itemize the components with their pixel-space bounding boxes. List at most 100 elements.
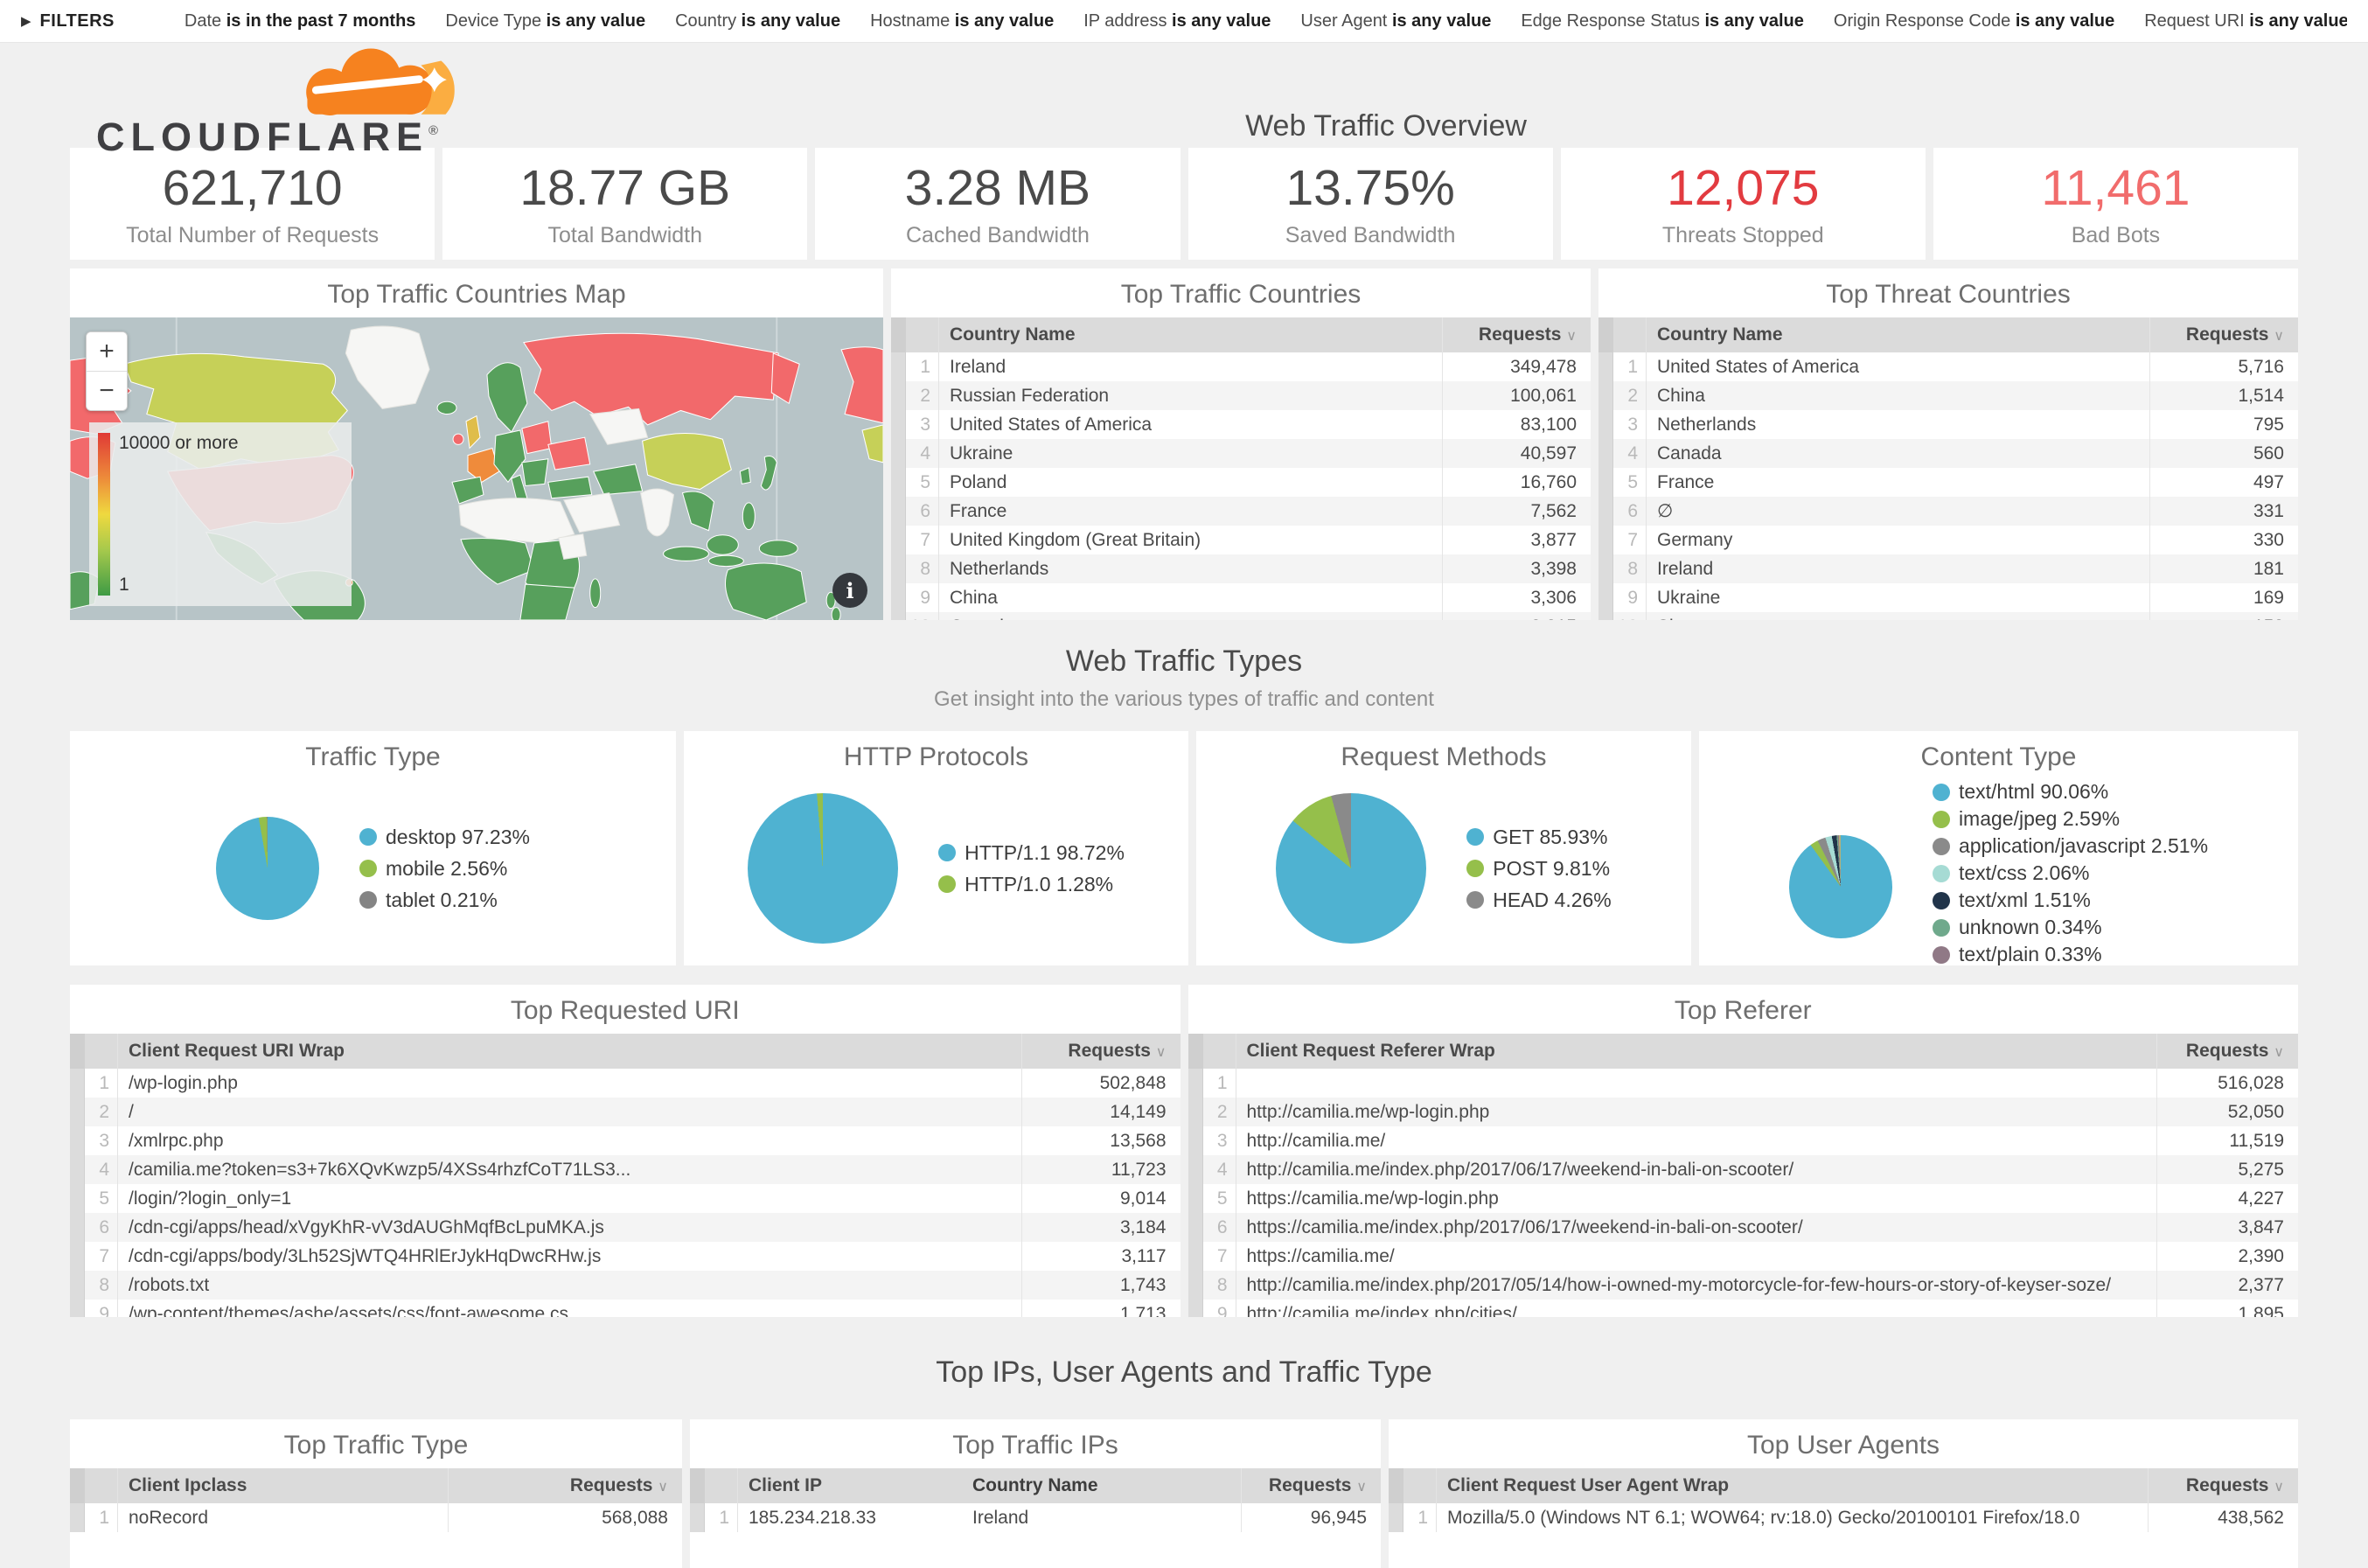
kpi-label: Threats Stopped	[1662, 223, 1824, 248]
table-gutter	[690, 1468, 705, 1503]
card-title: Request Methods	[1196, 731, 1691, 780]
section-title: Web Traffic Types	[0, 645, 2368, 679]
row-index: 4	[1613, 439, 1647, 468]
cell: 3,847	[2156, 1213, 2298, 1242]
legend-dot-icon	[938, 844, 956, 861]
table-row: 1185.234.218.33Ireland96,945	[690, 1503, 1381, 1532]
world-map[interactable]: + − 10000 or more 1 i	[70, 317, 883, 620]
filter-item[interactable]: Date is in the past 7 months	[185, 11, 416, 31]
filters-label[interactable]: FILTERS	[40, 11, 115, 31]
filter-field: Country	[675, 11, 736, 31]
legend-item: text/xml 1.51%	[1933, 889, 2208, 912]
cell: http://camilia.me/	[1236, 1126, 2157, 1155]
http-protocols-pie	[748, 793, 898, 944]
filter-item[interactable]: Country is any value	[675, 11, 840, 31]
filter-item[interactable]: Device Type is any value	[445, 11, 645, 31]
legend-item: text/plain 0.33%	[1933, 943, 2208, 965]
row-index: 6	[906, 497, 939, 526]
cell: 1,743	[1021, 1271, 1181, 1300]
request-methods-chart-card: Request Methods GET 85.93%POST 9.81%HEAD…	[1196, 731, 1691, 965]
index-header	[906, 317, 939, 352]
table-gutter	[1389, 1503, 1403, 1532]
column-header[interactable]: Requests ∨	[1241, 1468, 1381, 1503]
column-header[interactable]: Country Name	[1647, 317, 2149, 352]
top-traffic-ips-card: Top Traffic IPs Client IPCountry NameReq…	[690, 1419, 1381, 1568]
column-header[interactable]: Requests ∨	[2149, 317, 2298, 352]
kpi-label: Saved Bandwidth	[1285, 223, 1456, 248]
column-header[interactable]: Requests ∨	[1442, 317, 1591, 352]
section-title: Top IPs, User Agents and Traffic Type	[0, 1355, 2368, 1390]
filters-expand-icon[interactable]: ▶	[21, 13, 31, 29]
cell: 349,478	[1442, 352, 1591, 381]
row-index: 4	[906, 439, 939, 468]
table-row: 1Ireland349,478	[891, 352, 1591, 381]
cell: 52,050	[2156, 1098, 2298, 1126]
table-row: 10Singapore158	[1598, 612, 2298, 620]
column-header[interactable]: Requests ∨	[1021, 1034, 1181, 1069]
cloudflare-wordmark: CLOUDFLARE®	[96, 115, 438, 160]
column-header[interactable]: Requests ∨	[2148, 1468, 2298, 1503]
cell: /camilia.me?token=s3+7k6XQvKwzp5/4XSs4rh…	[118, 1155, 1021, 1184]
cell: 331	[2149, 497, 2298, 526]
kpi-total-requests: 621,710 Total Number of Requests	[70, 148, 435, 260]
column-header[interactable]: Client IP	[738, 1468, 962, 1503]
row-index: 7	[906, 526, 939, 554]
filter-item[interactable]: Origin Response Code is any value	[1834, 11, 2114, 31]
table-header-row: Client Request URI WrapRequests ∨	[70, 1034, 1181, 1069]
filter-item[interactable]: Edge Response Status is any value	[1521, 11, 1804, 31]
legend-dot-icon	[359, 828, 377, 846]
column-header[interactable]: Requests ∨	[448, 1468, 682, 1503]
cell: France	[1647, 468, 2149, 497]
cell: Ukraine	[939, 439, 1442, 468]
column-header[interactable]: Client Request User Agent Wrap	[1437, 1468, 2148, 1503]
column-header[interactable]: Client Request URI Wrap	[118, 1034, 1021, 1069]
top-user-agents-card: Top User Agents Client Request User Agen…	[1389, 1419, 2298, 1568]
table-row: 7https://camilia.me/2,390	[1188, 1242, 2299, 1271]
referer-table: Client Request Referer WrapRequests ∨151…	[1188, 1034, 2299, 1317]
cell: http://camilia.me/index.php/2017/06/17/w…	[1236, 1155, 2157, 1184]
cell: 3,306	[1442, 583, 1591, 612]
table-gutter	[891, 468, 906, 497]
row-index: 4	[1203, 1155, 1236, 1184]
legend-label: GET 85.93%	[1493, 826, 1607, 849]
table-gutter	[891, 317, 906, 352]
cell: 438,562	[2148, 1503, 2298, 1532]
table-gutter	[1598, 352, 1613, 381]
column-header[interactable]: Client Ipclass	[118, 1468, 448, 1503]
cell: 158	[2149, 612, 2298, 620]
cell: 3,184	[1021, 1213, 1181, 1242]
cell: /xmlrpc.php	[118, 1126, 1021, 1155]
info-icon: i	[846, 578, 853, 603]
card-title: HTTP Protocols	[684, 731, 1188, 780]
user-agents-table: Client Request User Agent WrapRequests ∨…	[1389, 1468, 2298, 1568]
table-gutter	[690, 1503, 705, 1532]
legend-dot-icon	[359, 891, 377, 909]
column-header[interactable]: Country Name	[962, 1468, 1241, 1503]
filter-field: Request URI	[2144, 11, 2245, 31]
filter-item[interactable]: User Agent is any value	[1300, 11, 1491, 31]
kpi-value: 3.28 MB	[905, 159, 1090, 217]
pie-row: Traffic Type desktop 97.23%mobile 2.56%t…	[70, 731, 2298, 965]
table-gutter	[1598, 381, 1613, 410]
table-row: 8Ireland181	[1598, 554, 2298, 583]
cell: United States of America	[1647, 352, 2149, 381]
filter-item[interactable]: Hostname is any value	[870, 11, 1054, 31]
filter-item[interactable]: IP address is any value	[1083, 11, 1271, 31]
table-row: 1/wp-login.php502,848	[70, 1069, 1181, 1098]
zoom-in-button[interactable]: +	[87, 332, 127, 371]
column-header[interactable]: Requests ∨	[2156, 1034, 2298, 1069]
legend-item: desktop 97.23%	[359, 826, 530, 849]
cell: 1,713	[1021, 1300, 1181, 1317]
row-index: 1	[906, 352, 939, 381]
filter-value: is any value	[2016, 11, 2114, 31]
filter-item[interactable]: Request URI is any value	[2144, 11, 2347, 31]
info-button[interactable]: i	[832, 573, 867, 608]
table-header-row: Client Request User Agent WrapRequests ∨	[1389, 1468, 2298, 1503]
table-row: 6https://camilia.me/index.php/2017/06/17…	[1188, 1213, 2299, 1242]
filter-field: IP address	[1083, 11, 1167, 31]
table-gutter	[1188, 1126, 1203, 1155]
column-header[interactable]: Client Request Referer Wrap	[1236, 1034, 2157, 1069]
zoom-out-button[interactable]: −	[87, 372, 127, 410]
column-header[interactable]: Country Name	[939, 317, 1442, 352]
card-title: Top Threat Countries	[1598, 268, 2298, 317]
